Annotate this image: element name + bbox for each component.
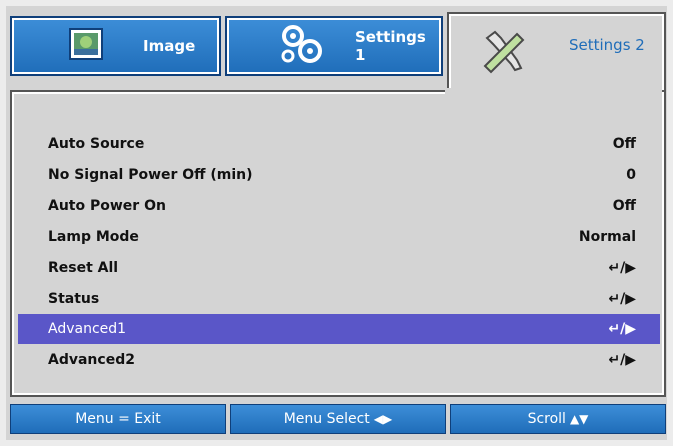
menu-item-advanced-2[interactable]: Advanced2 ↵/▶ <box>18 345 660 375</box>
menu-item-auto-power-on[interactable]: Auto Power On Off <box>18 191 660 221</box>
menu-item-label: Status <box>48 291 100 307</box>
tab-settings-2[interactable]: Settings 2 <box>447 12 666 98</box>
menu-item-label: Auto Source <box>48 136 145 152</box>
image-icon <box>69 28 103 64</box>
tools-icon <box>481 30 527 78</box>
enter-arrow-icon: ↵/▶ <box>608 321 636 337</box>
help-text: Menu = Exit <box>75 411 161 427</box>
tab-label: Image <box>143 37 196 55</box>
menu-item-label: No Signal Power Off (min) <box>48 167 253 183</box>
menu-item-value: Off <box>612 136 636 152</box>
tab-label: Settings 1 <box>355 28 426 64</box>
help-text: Scroll <box>527 411 566 427</box>
menu-item-value: Off <box>612 198 636 214</box>
menu-item-label: Reset All <box>48 260 119 276</box>
left-right-arrows-icon: ◀▶ <box>373 412 393 426</box>
help-scroll: Scroll ▲▼ <box>450 404 666 434</box>
tab-label: Settings 2 <box>569 36 645 54</box>
menu-item-value: 0 <box>626 167 636 183</box>
gears-icon <box>279 24 325 68</box>
help-text: Menu Select <box>283 411 370 427</box>
tab-settings-1[interactable]: Settings 1 <box>225 16 443 76</box>
enter-arrow-icon: ↵/▶ <box>608 352 636 368</box>
menu-item-label: Advanced2 <box>48 352 135 368</box>
tab-image[interactable]: Image <box>10 16 221 76</box>
menu-item-status[interactable]: Status ↵/▶ <box>18 284 660 314</box>
enter-arrow-icon: ↵/▶ <box>608 260 636 276</box>
projector-osd-menu: Image Settings 1 Settings 2 Auto Source <box>6 6 667 440</box>
menu-item-no-signal-power-off[interactable]: No Signal Power Off (min) 0 <box>18 160 660 190</box>
menu-item-lamp-mode[interactable]: Lamp Mode Normal <box>18 222 660 252</box>
menu-item-advanced-1[interactable]: Advanced1 ↵/▶ <box>18 314 660 344</box>
help-menu-select: Menu Select ◀▶ <box>230 404 446 434</box>
menu-item-reset-all[interactable]: Reset All ↵/▶ <box>18 253 660 283</box>
help-menu-exit: Menu = Exit <box>10 404 226 434</box>
active-tab-connector <box>445 88 662 94</box>
enter-arrow-icon: ↵/▶ <box>608 291 636 307</box>
up-down-arrows-icon: ▲▼ <box>569 412 589 426</box>
settings-2-panel: Auto Source Off No Signal Power Off (min… <box>10 90 666 397</box>
help-bar: Menu = Exit Menu Select ◀▶ Scroll ▲▼ <box>10 404 666 434</box>
menu-item-value: Normal <box>578 229 636 245</box>
menu-item-label: Auto Power On <box>48 198 166 214</box>
menu-item-auto-source[interactable]: Auto Source Off <box>18 129 660 159</box>
menu-item-label: Advanced1 <box>48 321 127 337</box>
menu-item-label: Lamp Mode <box>48 229 139 245</box>
